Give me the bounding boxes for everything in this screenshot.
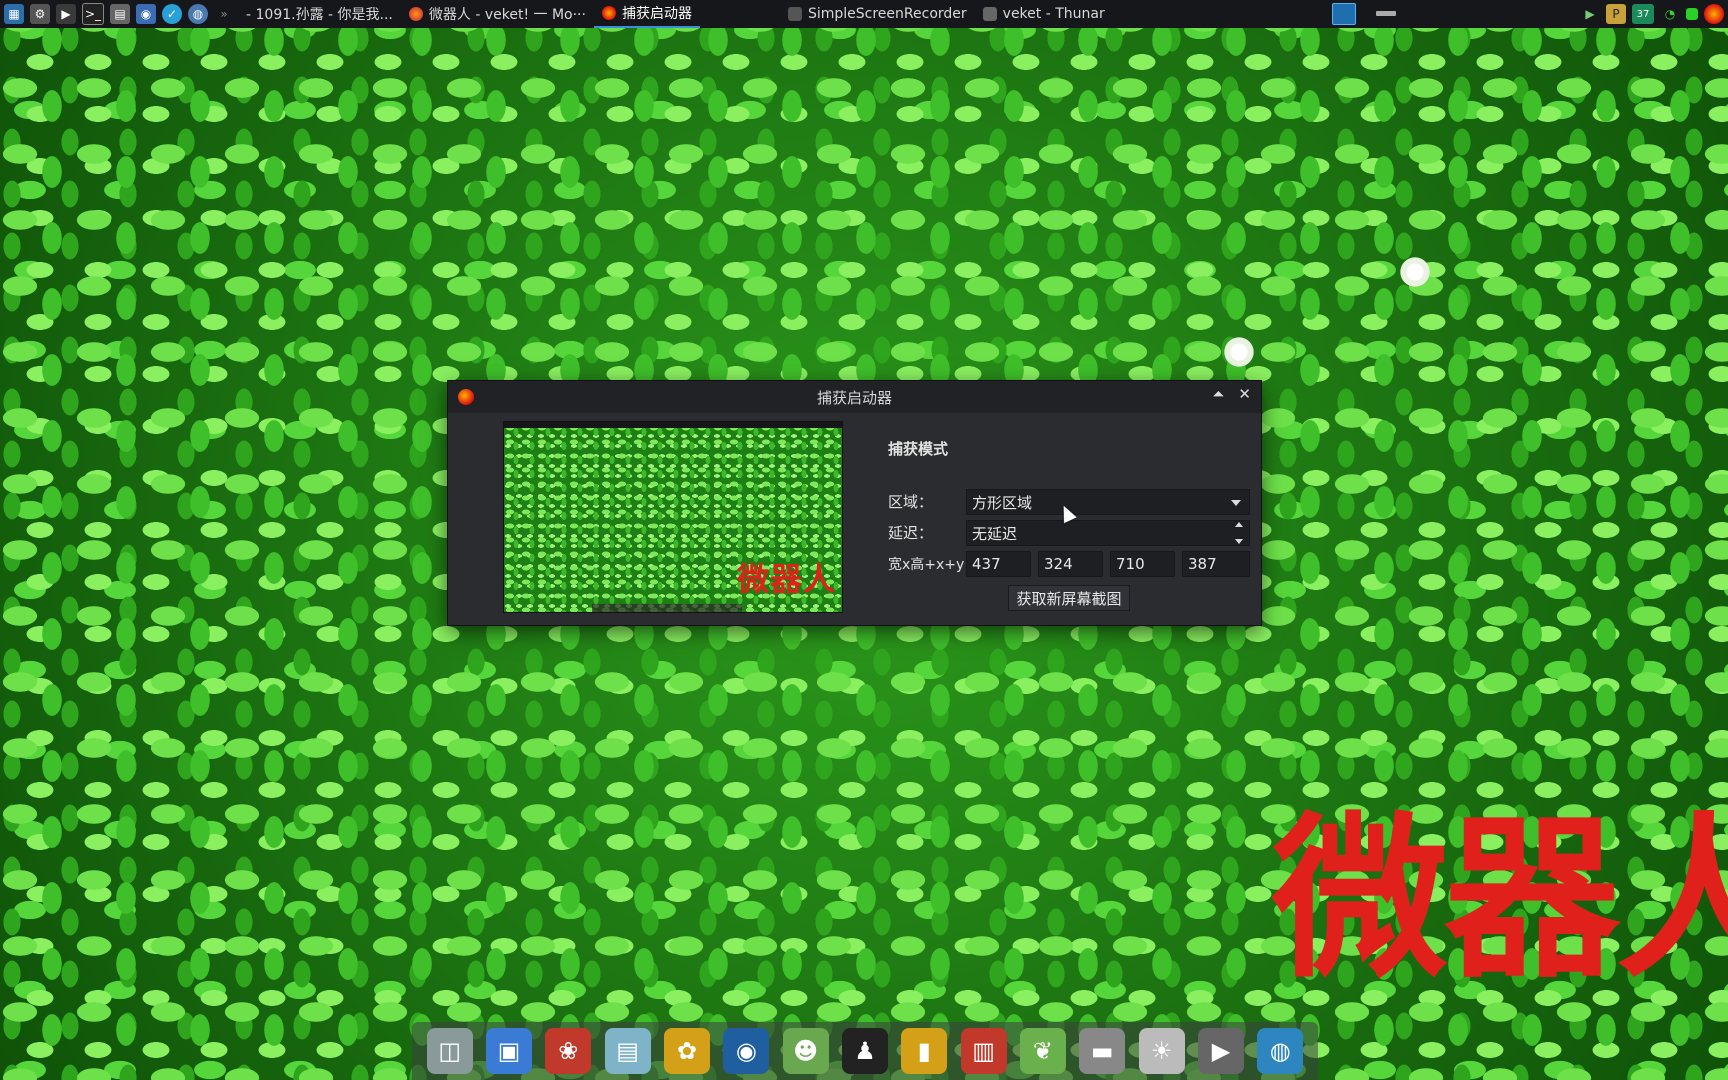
more-chevron-icon[interactable]: »: [214, 4, 234, 24]
chat-icon[interactable]: ☻: [782, 1028, 829, 1074]
height-field[interactable]: 324: [1038, 551, 1103, 577]
sun-icon[interactable]: ☀: [1138, 1028, 1185, 1074]
screenshot-preview: 微器人: [503, 421, 843, 613]
region-value: 方形区域: [972, 493, 1033, 512]
hard-disk-icon[interactable]: ◫: [426, 1028, 473, 1074]
geometry-label: 宽x高+x+y: [888, 557, 965, 573]
task-thunar[interactable]: veket - Thunar: [975, 0, 1113, 28]
squirrel-icon[interactable]: ❀: [545, 1028, 592, 1074]
dock: ◫ ▣ ❀ ▤ ✿ ◉ ☻ ♟ ▮ ▥ ❦ ▬ ☀ ▶ ◍: [412, 1022, 1318, 1080]
x-field[interactable]: 710: [1110, 551, 1175, 577]
spin-down-icon[interactable]: [1235, 539, 1243, 544]
workspace-switcher[interactable]: [1332, 3, 1356, 25]
media-player-icon[interactable]: ◉: [723, 1028, 770, 1074]
system-tray: ▶ P 37 ◔: [1580, 0, 1724, 28]
battery-icon[interactable]: 37: [1632, 4, 1654, 24]
firefox-icon: [408, 7, 423, 21]
desktop-watermark: 微器人: [1272, 800, 1728, 1000]
task-browser[interactable]: 微器人 - veket! 一 Mo···: [401, 0, 594, 28]
task-label: - 1091.孙露 - 你是我...: [246, 7, 393, 23]
penguin-icon[interactable]: ♟: [841, 1028, 888, 1074]
task-label: SimpleScreenRecorder: [807, 6, 967, 22]
app-flame-icon: [458, 389, 474, 405]
notepad-icon[interactable]: ▤: [604, 1028, 651, 1074]
spin-up-icon[interactable]: [1235, 522, 1243, 527]
globe-icon[interactable]: ◍: [1257, 1028, 1304, 1074]
delay-value: 无延迟: [972, 524, 1018, 543]
wifi-icon[interactable]: ◔: [1660, 4, 1680, 24]
width-field[interactable]: 437: [966, 551, 1031, 577]
window-icon: [787, 7, 802, 21]
run-icon[interactable]: ▶: [56, 4, 76, 24]
window-titlebar[interactable]: 捕获启动器 ⏶ ✕: [448, 381, 1261, 413]
task-label: veket - Thunar: [1002, 6, 1105, 22]
status-green-icon[interactable]: [1686, 8, 1698, 20]
shade-icon[interactable]: ⏶: [1212, 385, 1224, 403]
close-icon[interactable]: ✕: [1238, 385, 1251, 403]
delay-spinbox[interactable]: 无延迟: [966, 520, 1250, 546]
contacts-book-icon[interactable]: ▮: [901, 1028, 948, 1074]
delay-label: 延迟：: [888, 524, 934, 542]
top-panel: ▦ ⚙ ▶ >_ ▤ ◉ ✓ ◍ » - 1091.孙露 - 你是我... 微器…: [0, 0, 1728, 28]
play-icon[interactable]: ▶: [1197, 1028, 1244, 1074]
chevron-down-icon: [1231, 500, 1241, 506]
system-monitor-icon[interactable]: ▦: [4, 4, 24, 24]
task-label: 微器人 - veket! 一 Mo···: [428, 7, 586, 23]
preview-watermark: 微器人: [736, 560, 836, 598]
folder-icon: [982, 7, 997, 21]
monitor-icon[interactable]: ▣: [485, 1028, 532, 1074]
get-new-screenshot-button[interactable]: 获取新屏幕截图: [1008, 585, 1130, 611]
leaf-icon[interactable]: ❦: [1019, 1028, 1066, 1074]
window-title: 捕获启动器: [816, 388, 892, 407]
clipboard-icon[interactable]: P: [1606, 4, 1626, 24]
task-screen-recorder[interactable]: SimpleScreenRecorder: [780, 0, 975, 28]
terminal-icon[interactable]: >_: [82, 3, 104, 25]
drive-icon[interactable]: ▬: [1079, 1028, 1126, 1074]
clover-flower: [1398, 255, 1432, 289]
region-label: 区域：: [888, 493, 934, 511]
preview-dock: [592, 604, 742, 612]
settings-gear-icon[interactable]: ⚙: [30, 4, 50, 24]
app-flame-icon[interactable]: [1704, 4, 1724, 24]
chart-icon[interactable]: ▥: [960, 1028, 1007, 1074]
app-flame-icon: [601, 6, 616, 20]
y-field[interactable]: 387: [1182, 551, 1250, 577]
section-title: 捕获模式: [888, 440, 949, 458]
preview-panel: [504, 422, 842, 428]
workspace-indicator[interactable]: [1376, 11, 1396, 16]
check-icon[interactable]: ✓: [162, 4, 182, 24]
file-manager-icon[interactable]: ▤: [110, 4, 130, 24]
task-capture-launcher[interactable]: 捕获启动器: [593, 0, 700, 28]
palette-icon[interactable]: ✿: [663, 1028, 710, 1074]
region-select[interactable]: 方形区域: [966, 489, 1250, 515]
task-label: 捕获启动器: [621, 6, 692, 22]
task-music[interactable]: - 1091.孙露 - 你是我...: [238, 0, 401, 28]
network-icon[interactable]: ◍: [188, 4, 208, 24]
clover-flower: [1222, 335, 1256, 369]
screenshot-icon[interactable]: ◉: [136, 4, 156, 24]
quick-launch: ▦ ⚙ ▶ >_ ▤ ◉ ✓ ◍ »: [4, 3, 234, 25]
capture-launcher-window: 捕获启动器 ⏶ ✕ 微器人 捕获模式 区域： 方形区域 延迟： 无延迟 宽x高+…: [448, 381, 1261, 625]
play-icon[interactable]: ▶: [1580, 4, 1600, 24]
